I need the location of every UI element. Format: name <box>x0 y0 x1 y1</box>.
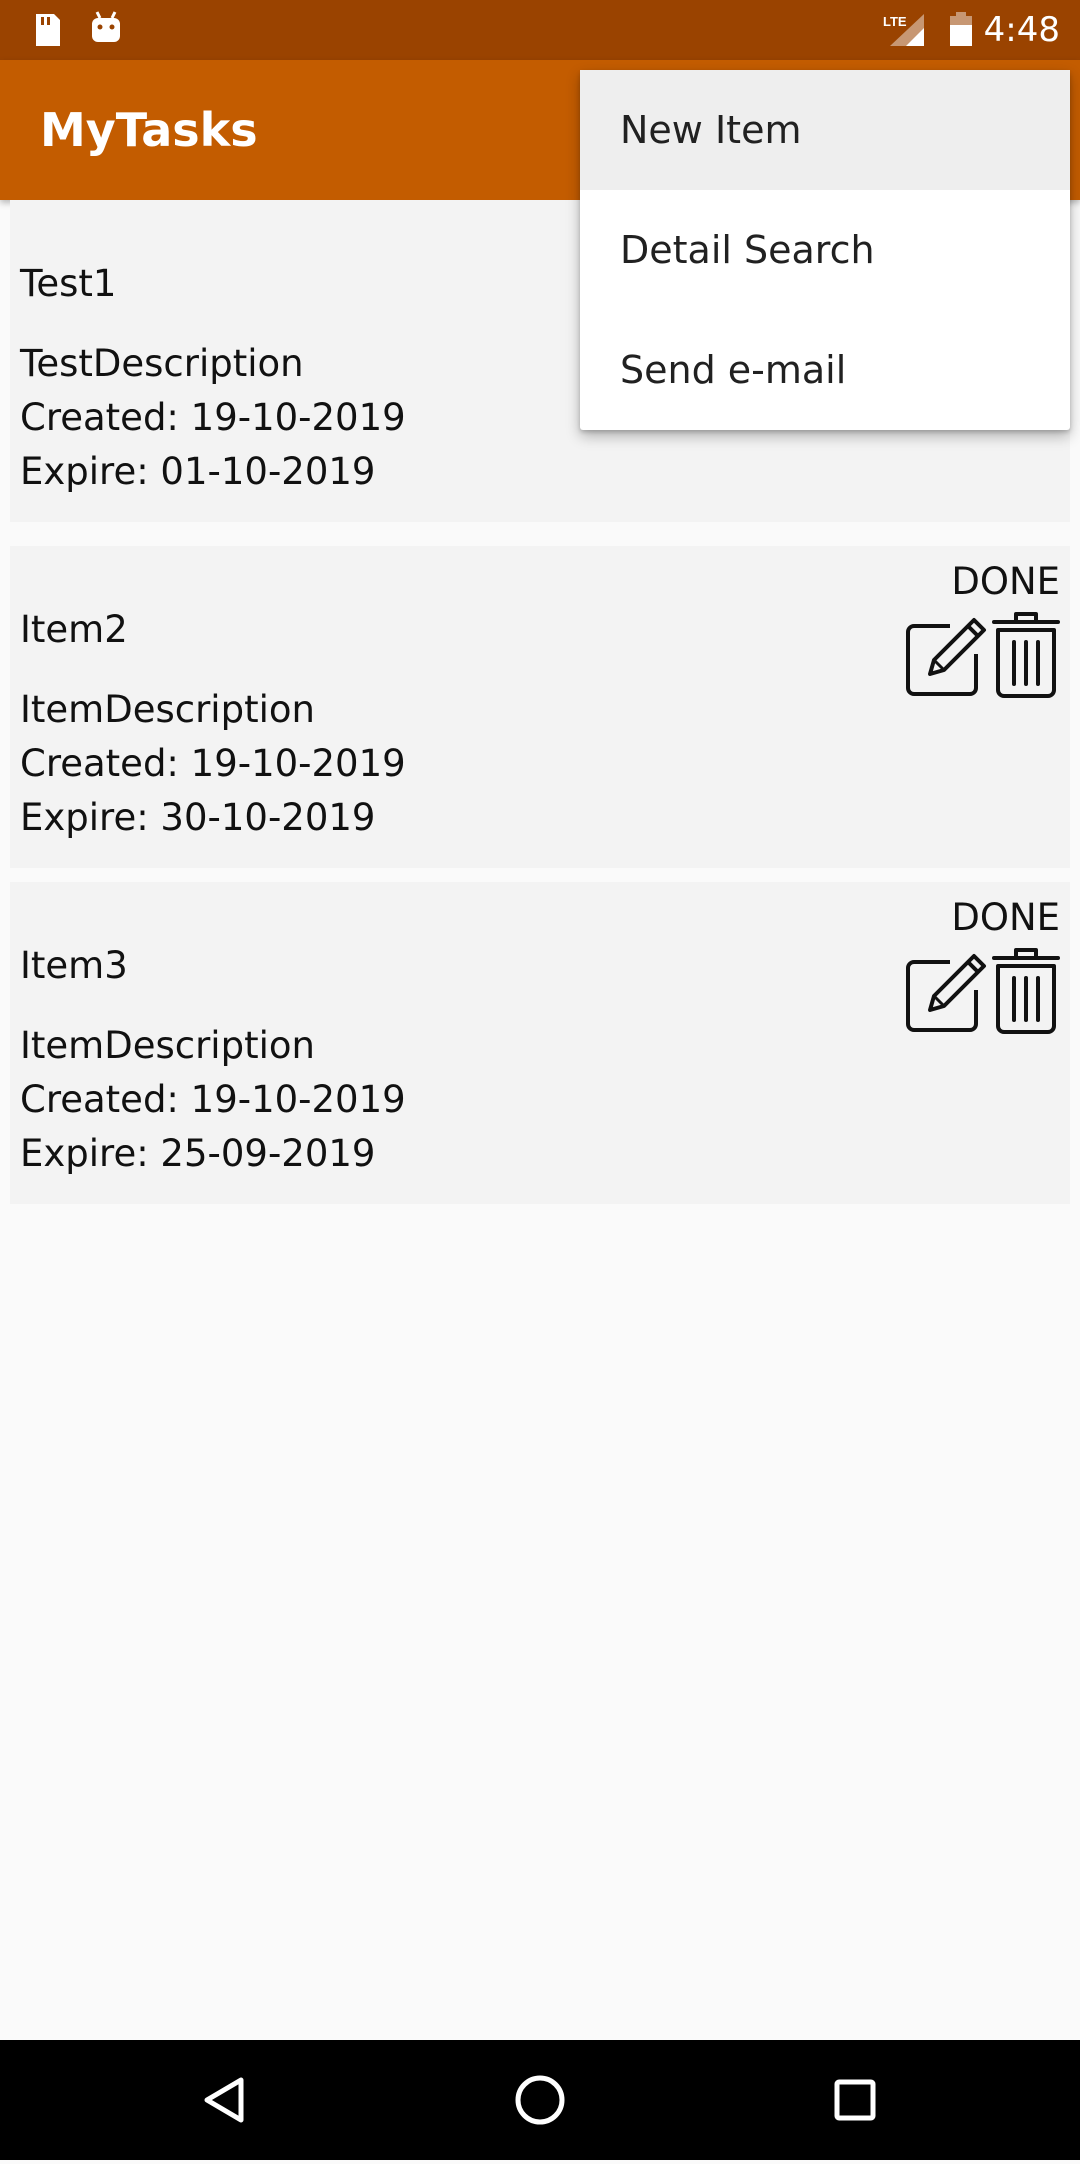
task-card[interactable]: DONE Item3 ItemDescription Created: 19-1… <box>10 882 1070 1204</box>
delete-button[interactable] <box>990 946 1062 1034</box>
task-card[interactable]: DONE Item2 ItemDescription Created: 19-1… <box>10 546 1070 868</box>
task-title: Test1 <box>20 262 117 305</box>
task-status-label: DONE <box>951 896 1060 939</box>
back-icon <box>204 2077 244 2123</box>
edit-icon <box>906 954 986 1032</box>
edit-button[interactable] <box>904 950 988 1034</box>
app-title: MyTasks <box>40 103 258 157</box>
overflow-menu: New Item Detail Search Send e-mail <box>580 70 1070 430</box>
android-icon <box>92 11 120 42</box>
task-created-date: Created: 19-10-2019 <box>20 1078 406 1121</box>
task-created-date: Created: 19-10-2019 <box>20 396 406 439</box>
trash-icon <box>992 612 1060 698</box>
home-button[interactable] <box>500 2040 580 2160</box>
home-icon <box>515 2075 565 2125</box>
task-description: ItemDescription <box>20 1024 315 1067</box>
battery-icon <box>950 12 972 46</box>
menu-item-detail-search[interactable]: Detail Search <box>580 190 1070 310</box>
edit-button[interactable] <box>904 614 988 698</box>
task-title: Item3 <box>20 944 128 987</box>
trash-icon <box>992 948 1060 1034</box>
navigation-bar <box>0 2040 1080 2160</box>
task-expire-date: Expire: 25-09-2019 <box>20 1132 376 1175</box>
task-description: TestDescription <box>20 342 304 385</box>
task-expire-date: Expire: 30-10-2019 <box>20 796 376 839</box>
svg-text:LTE: LTE <box>883 14 907 29</box>
task-expire-date: Expire: 01-10-2019 <box>20 450 376 493</box>
back-button[interactable] <box>185 2040 265 2160</box>
menu-item-send-email[interactable]: Send e-mail <box>580 310 1070 430</box>
sd-card-icon <box>36 14 60 46</box>
status-bar: LTE 4:48 <box>0 0 1080 60</box>
task-status-label: DONE <box>951 560 1060 603</box>
delete-button[interactable] <box>990 610 1062 698</box>
status-time: 4:48 <box>983 10 1060 50</box>
recents-icon <box>834 2079 876 2121</box>
edit-icon <box>906 618 986 696</box>
recents-button[interactable] <box>815 2040 895 2160</box>
task-title: Item2 <box>20 608 128 651</box>
lte-signal-icon: LTE <box>883 14 924 46</box>
task-description: ItemDescription <box>20 688 315 731</box>
task-created-date: Created: 19-10-2019 <box>20 742 406 785</box>
menu-item-new-item[interactable]: New Item <box>580 70 1070 190</box>
